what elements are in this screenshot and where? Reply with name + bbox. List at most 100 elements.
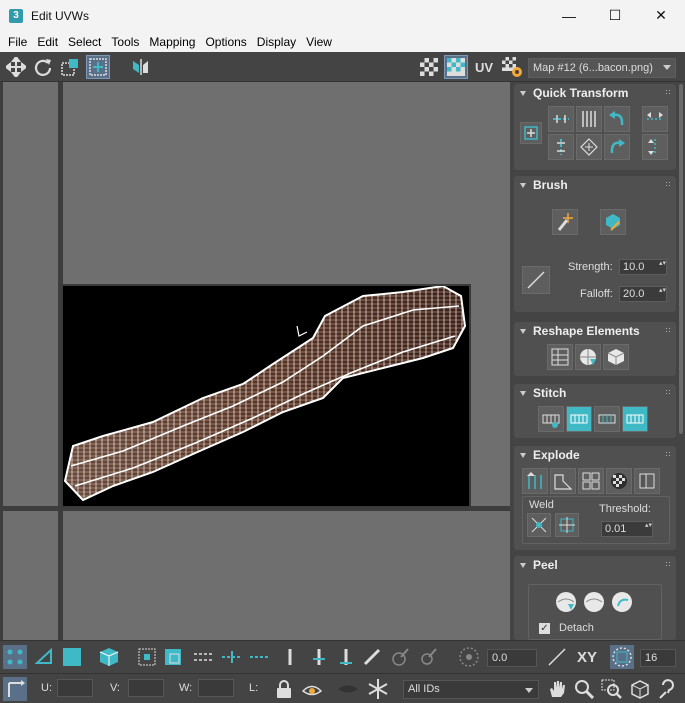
menu-file[interactable]: File [3, 35, 32, 49]
quick-transform-header[interactable]: Quick Transform [514, 84, 676, 102]
stitch-header[interactable]: Stitch [514, 384, 676, 402]
freeform-button[interactable] [86, 55, 110, 79]
limit-edges-button[interactable] [610, 645, 634, 669]
absolute-offset-toggle[interactable] [3, 677, 27, 701]
weld-target-button[interactable] [555, 513, 579, 537]
flatten-by-smoothing-button[interactable] [550, 468, 576, 494]
ring-button[interactable] [278, 645, 302, 669]
shrink-brush-button[interactable] [416, 645, 440, 669]
maximize-button[interactable]: ☐ [592, 0, 638, 31]
menu-view[interactable]: View [301, 35, 337, 49]
falloff-spinner[interactable]: 20.0 [619, 286, 667, 302]
reshape-elements-header[interactable]: Reshape Elements [514, 322, 676, 340]
relax-settings-button[interactable] [603, 344, 629, 370]
paint-move-button[interactable] [552, 209, 578, 235]
zoom-extents-button[interactable] [628, 677, 652, 701]
weld-selected-button[interactable] [527, 513, 551, 537]
quick-peel-button[interactable] [553, 589, 579, 615]
flatten-custom-button[interactable] [634, 468, 660, 494]
stitch-average-button[interactable] [594, 406, 620, 432]
space-vertical-button[interactable] [576, 106, 602, 132]
texture-map-dropdown[interactable]: Map #12 (6...bacon.png) [528, 58, 676, 78]
straighten-selection-button[interactable] [547, 344, 573, 370]
grow-loop-button[interactable] [220, 645, 244, 669]
menu-select[interactable]: Select [63, 35, 106, 49]
polygon-mode-button[interactable] [60, 645, 84, 669]
shrink-ring-button[interactable] [334, 645, 358, 669]
v-field[interactable] [128, 679, 164, 697]
close-button[interactable]: ✕ [638, 0, 684, 31]
explode-header[interactable]: Explode [514, 446, 676, 464]
menu-mapping[interactable]: Mapping [144, 35, 200, 49]
edge-distance-spinner[interactable]: 16 [640, 649, 676, 667]
stitch-to-target-button[interactable] [566, 406, 592, 432]
pan-button[interactable] [545, 677, 569, 701]
menu-display[interactable]: Display [252, 35, 301, 49]
zoom-region-button[interactable] [600, 677, 624, 701]
loop-button[interactable] [192, 645, 216, 669]
falloff-space-button[interactable]: XY [573, 645, 601, 669]
align-vertical-button[interactable] [548, 134, 574, 160]
relax-brush-button[interactable] [600, 209, 626, 235]
flip-vertical-button[interactable] [642, 134, 668, 160]
lock-selection-button[interactable] [272, 677, 296, 701]
w-field[interactable] [198, 679, 234, 697]
title-bar: 3 Edit UVWs — ☐ ✕ [0, 0, 685, 31]
u-field[interactable] [57, 679, 93, 697]
break-button[interactable] [522, 468, 548, 494]
freeze-button[interactable] [366, 677, 390, 701]
zoom-button[interactable] [572, 677, 596, 701]
enlarge-brush-button[interactable] [388, 645, 412, 669]
peel-mode-button[interactable] [581, 589, 607, 615]
shrink-selection-button[interactable] [161, 645, 185, 669]
menu-edit[interactable]: Edit [32, 35, 63, 49]
brush-header[interactable]: Brush [514, 176, 676, 194]
scale-button[interactable] [58, 55, 82, 79]
uv-space-button[interactable]: UV [472, 55, 496, 79]
threshold-spinner[interactable]: 0.01 [601, 521, 653, 537]
grow-selection-button[interactable] [135, 645, 159, 669]
rotate-cw-button[interactable] [604, 134, 630, 160]
straighten-button[interactable] [576, 134, 602, 160]
uv-viewport[interactable] [0, 82, 510, 640]
panel-scrollbar[interactable] [679, 84, 683, 434]
relax-button[interactable] [575, 344, 601, 370]
polygon-icon [63, 648, 81, 666]
minimize-button[interactable]: — [546, 0, 592, 31]
falloff-distance-spinner[interactable]: 0.0 [487, 649, 537, 667]
show-map-button[interactable] [417, 55, 441, 79]
edge-mode-button[interactable] [32, 645, 56, 669]
mirror-button[interactable] [128, 55, 152, 79]
element-mode-button[interactable] [97, 645, 121, 669]
material-id-dropdown[interactable]: All IDs [403, 680, 539, 699]
move-button[interactable] [4, 55, 28, 79]
strength-spinner[interactable]: 10.0 [619, 259, 667, 275]
help-button[interactable] [656, 677, 680, 701]
flatten-by-material-button[interactable] [578, 468, 604, 494]
show-grid-button[interactable] [444, 55, 468, 79]
flip-horizontal-button[interactable] [642, 106, 668, 132]
rotate-ccw-button[interactable] [604, 106, 630, 132]
falloff-curve-button[interactable] [522, 266, 550, 294]
grow-ring-button[interactable] [307, 645, 331, 669]
align-horizontal-button[interactable] [548, 106, 574, 132]
reset-peel-button[interactable] [609, 589, 635, 615]
soft-selection-button[interactable] [457, 645, 481, 669]
show-all-button[interactable] [336, 677, 360, 701]
rotate-button[interactable] [31, 55, 55, 79]
stitch-custom-button[interactable] [538, 406, 564, 432]
flatten-by-polygon-angle-button[interactable] [606, 468, 632, 494]
menu-tools[interactable]: Tools [106, 35, 144, 49]
align-pivot-button[interactable] [520, 122, 542, 144]
shrink-loop-button[interactable] [248, 645, 272, 669]
reshape-elements-rollout: Reshape Elements [514, 322, 676, 376]
paint-select-button[interactable] [360, 645, 384, 669]
vertex-mode-button[interactable] [3, 645, 27, 669]
detach-checkbox[interactable]: ✓ [539, 623, 550, 634]
map-settings-button[interactable] [500, 55, 524, 79]
falloff-type-button[interactable] [545, 645, 569, 669]
stitch-to-source-button[interactable] [622, 406, 648, 432]
menu-options[interactable]: Options [200, 35, 251, 49]
hide-button[interactable] [300, 677, 324, 701]
peel-header[interactable]: Peel [514, 556, 676, 574]
